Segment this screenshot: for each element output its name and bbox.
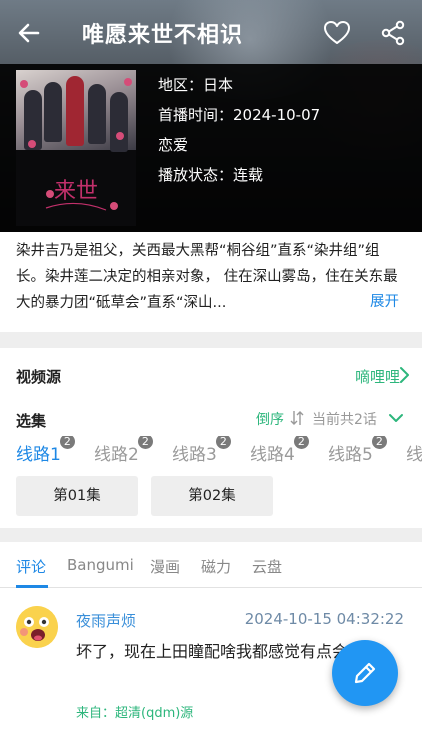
tab-bar: 评论 Bangumi 漫画 磁力 云盘 [0,542,422,588]
sort-order-button[interactable]: 倒序 [256,409,284,429]
chevron-down-icon[interactable] [388,412,404,424]
write-comment-button[interactable] [332,640,398,706]
cover-flower [28,140,36,148]
route-tab-4[interactable]: 线路4 2 [250,436,309,465]
cover-flower [20,80,28,88]
favorite-button[interactable] [322,18,352,48]
cover-figure [110,92,128,152]
synopsis-section: 染井吉乃是祖父，关西最大黑帮“桐谷组”直系“染井组”组长。染井莲二决定的相亲对象… [0,232,422,332]
route-tab-label: 线 [406,445,422,465]
tab-bangumi[interactable]: Bangumi [67,556,134,574]
tab-magnet[interactable]: 磁力 [201,556,231,577]
pencil-icon [354,662,376,684]
route-count-badge: 2 [293,436,309,449]
route-count-badge: 2 [137,436,153,449]
route-tab-label: 线路1 [16,445,61,465]
comment-source: 来自：超清(qdm)源 [76,706,194,721]
route-tab-3[interactable]: 线路3 2 [172,436,231,465]
route-tab-label: 线路4 [250,445,295,465]
heart-outline-icon [324,21,350,44]
info-genre: 恋爱 [158,136,189,154]
active-tab-indicator [16,585,48,588]
cover-logo: 来世 [45,179,107,211]
video-source-label: 视频源 [16,368,62,386]
route-count-badge: 2 [371,436,387,449]
expand-synopsis-button[interactable]: 展开 [368,290,399,311]
episode-total: 当前共2话 [312,412,377,428]
route-tab-6[interactable]: 线 [406,440,422,465]
episodes-label: 选集 [16,412,47,430]
cover-image[interactable]: 来世 [16,70,136,226]
route-tab-5[interactable]: 线路5 2 [328,436,387,465]
route-count-badge: 2 [59,436,75,449]
cover-flower [116,132,124,140]
info-air-date: 首播时间：2024-10-07 [158,106,321,124]
emoji-avatar-icon [16,606,58,648]
avatar[interactable] [16,606,58,648]
route-tab-2[interactable]: 线路2 2 [94,436,153,465]
episode-button[interactable]: 第01集 [16,476,138,516]
route-count-badge: 2 [215,436,231,449]
cover-figure [66,76,84,146]
comment-username[interactable]: 夜雨声烦 [76,610,136,631]
source-section: 视频源 嘀哩哩 选集 倒序 当前共2话 线路1 2 线路2 2 线路3 2 线路… [0,348,422,528]
route-tab-label: 线路5 [328,445,373,465]
anime-info: 地区：日本 首播时间：2024-10-07 恋爱 播放状态：连载 [158,74,320,194]
info-status: 播放状态：连载 [158,166,264,184]
route-tab-label: 线路3 [172,445,217,465]
cover-flower [124,78,132,86]
comment-timestamp: 2024-10-15 04:32:22 [244,610,404,628]
top-bar: 唯愿来世不相识 [0,0,422,64]
info-region: 地区：日本 [158,76,234,94]
route-tabs: 线路1 2 线路2 2 线路3 2 线路4 2 线路5 2 线 [16,436,422,466]
tab-comments[interactable]: 评论 [16,556,46,577]
route-tab-1[interactable]: 线路1 2 [16,436,75,466]
sort-icon[interactable] [290,409,304,427]
episode-button[interactable]: 第02集 [151,476,273,516]
tab-cloud[interactable]: 云盘 [252,556,282,577]
synopsis-text: 染井吉乃是祖父，关西最大黑帮“桐谷组”直系“染井组”组长。染井莲二决定的相亲对象… [16,243,398,311]
tab-manga[interactable]: 漫画 [150,556,180,577]
share-button[interactable] [378,18,408,48]
back-button[interactable] [14,18,44,48]
chevron-right-icon[interactable] [398,364,412,386]
cover-figure [88,84,106,144]
page-title: 唯愿来世不相识 [82,23,244,48]
video-source-selector[interactable]: 嘀哩哩 [355,366,400,387]
share-icon [381,20,405,46]
svg-text:来世: 来世 [54,179,98,204]
detail-header: 唯愿来世不相识 来世 地区：日本 首播时间：2024-10-07 恋爱 播放状态… [0,0,422,232]
cover-figure [44,82,62,142]
route-tab-label: 线路2 [94,445,139,465]
arrow-left-icon [18,23,40,43]
